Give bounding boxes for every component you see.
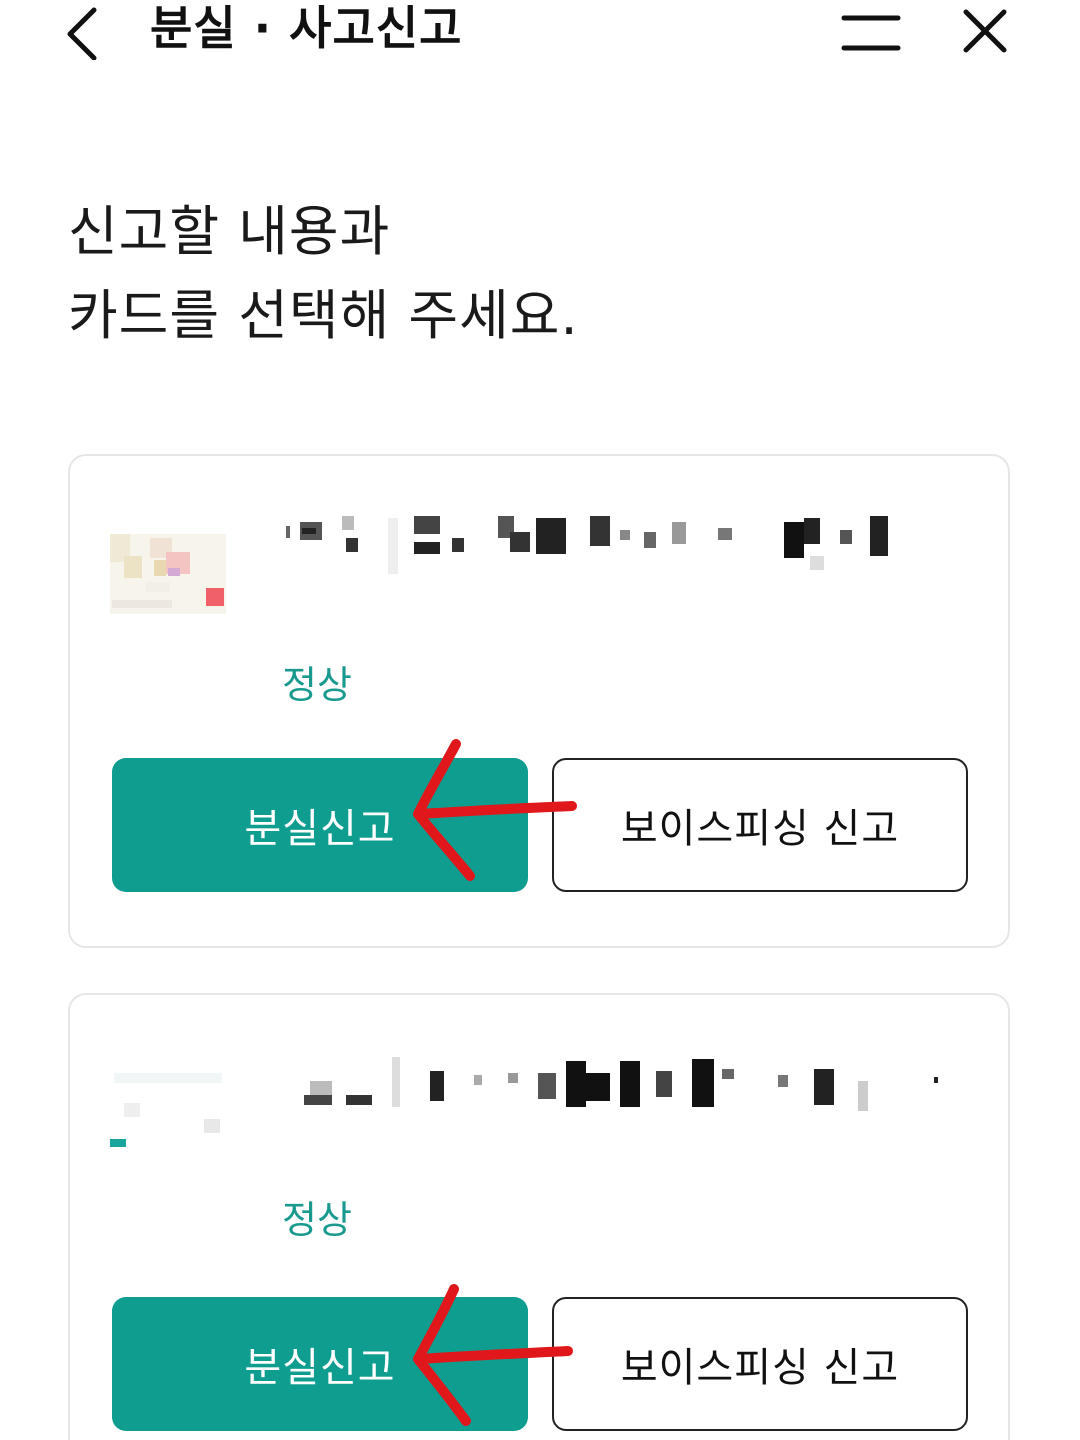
lost-report-button[interactable]: 분실신고 xyxy=(112,1297,528,1431)
back-button[interactable] xyxy=(60,4,108,61)
chevron-left-icon xyxy=(67,7,97,61)
card-item[interactable]: 정상 분실신고 보이스피싱 신고 xyxy=(68,993,1010,1440)
page-title: 분실 · 사고신고 xyxy=(150,1,463,55)
lost-report-label: 분실신고 xyxy=(244,1345,396,1391)
voice-phishing-report-label: 보이스피싱 신고 xyxy=(620,1345,900,1391)
menu-button[interactable] xyxy=(836,6,906,58)
lost-report-label: 분실신고 xyxy=(244,806,396,852)
menu-icon xyxy=(841,15,901,51)
top-bar: 분실 · 사고신고 xyxy=(0,0,1080,70)
voice-phishing-report-button[interactable]: 보이스피싱 신고 xyxy=(552,1297,968,1431)
status-badge: 정상 xyxy=(282,1198,352,1242)
lost-report-button[interactable]: 분실신고 xyxy=(112,758,528,892)
card-thumbnail xyxy=(110,534,226,614)
heading-line-2: 카드를 선택해 주세요. xyxy=(68,284,579,347)
card-name-masked xyxy=(280,512,970,582)
card-thumbnail xyxy=(110,1071,226,1151)
instruction-heading: 신고할 내용과 카드를 선택해 주세요. xyxy=(68,190,579,358)
voice-phishing-report-button[interactable]: 보이스피싱 신고 xyxy=(552,758,968,892)
close-button[interactable] xyxy=(956,6,1014,58)
heading-line-1: 신고할 내용과 xyxy=(68,200,391,263)
status-badge: 정상 xyxy=(282,663,352,707)
page: 분실 · 사고신고 신고할 내용과 카드를 선택해 주세요. 정상 분실신고 보… xyxy=(0,0,1080,1440)
card-name-masked xyxy=(280,1051,970,1121)
close-icon xyxy=(963,9,1007,53)
voice-phishing-report-label: 보이스피싱 신고 xyxy=(620,806,900,852)
card-item[interactable]: 정상 분실신고 보이스피싱 신고 xyxy=(68,454,1010,948)
